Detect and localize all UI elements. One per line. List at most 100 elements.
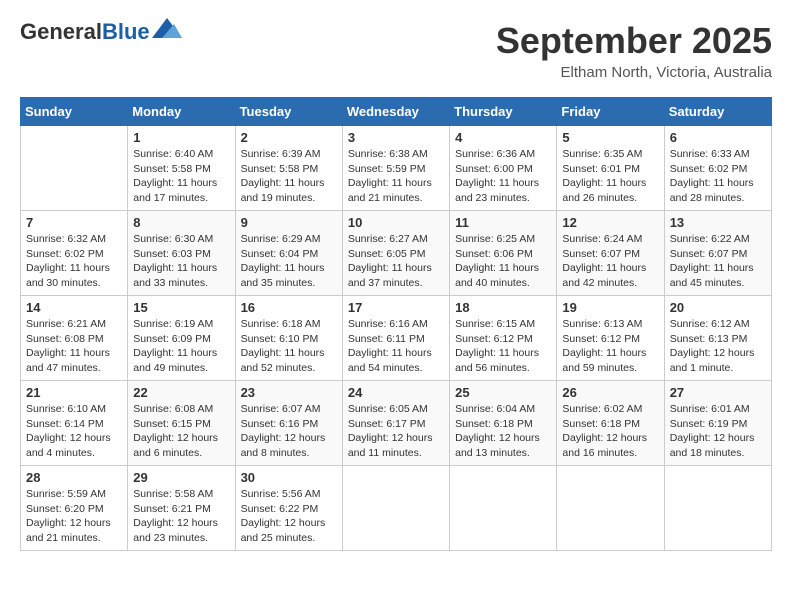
- cell-content: Sunrise: 6:12 AMSunset: 6:13 PMDaylight:…: [670, 317, 766, 376]
- day-number: 19: [562, 300, 658, 315]
- calendar-cell: 24 Sunrise: 6:05 AMSunset: 6:17 PMDayligh…: [342, 381, 449, 466]
- day-number: 6: [670, 130, 766, 145]
- cell-content: Sunrise: 6:04 AMSunset: 6:18 PMDaylight:…: [455, 402, 551, 461]
- calendar-cell: 4Sunrise: 6:36 AMSunset: 6:00 PMDaylight…: [450, 126, 557, 211]
- col-wednesday: Wednesday: [342, 98, 449, 126]
- calendar-cell: 23Sunrise: 6:07 AMSunset: 6:16 PMDayligh…: [235, 381, 342, 466]
- page-header: GeneralBlue September 2025 Eltham North,…: [20, 20, 772, 81]
- cell-content: Sunrise: 6:24 AMSunset: 6:07 PMDaylight:…: [562, 232, 658, 291]
- day-number: 25: [455, 385, 551, 400]
- cell-content: Sunrise: 6:10 AMSunset: 6:14 PMDaylight:…: [26, 402, 122, 461]
- cell-content: Sunrise: 6:16 AMSunset: 6:11 PMDaylight:…: [348, 317, 444, 376]
- calendar-cell: 20 Sunrise: 6:12 AMSunset: 6:13 PMDayligh…: [664, 296, 771, 381]
- calendar-cell: 29Sunrise: 5:58 AMSunset: 6:21 PMDayligh…: [128, 466, 235, 551]
- day-number: 26: [562, 385, 658, 400]
- calendar-cell: 18 Sunrise: 6:15 AMSunset: 6:12 PMDayligh…: [450, 296, 557, 381]
- day-number: 11: [455, 215, 551, 230]
- day-number: 5: [562, 130, 658, 145]
- calendar-cell: 25 Sunrise: 6:04 AMSunset: 6:18 PMDayligh…: [450, 381, 557, 466]
- calendar-week-5: 28Sunrise: 5:59 AMSunset: 6:20 PMDayligh…: [21, 466, 772, 551]
- day-number: 21: [26, 385, 122, 400]
- day-number: 20: [670, 300, 766, 315]
- cell-content: Sunrise: 6:25 AMSunset: 6:06 PMDaylight:…: [455, 232, 551, 291]
- calendar-cell: 11 Sunrise: 6:25 AMSunset: 6:06 PMDayligh…: [450, 211, 557, 296]
- logo-blue: Blue: [102, 19, 150, 44]
- cell-content: Sunrise: 6:08 AMSunset: 6:15 PMDaylight:…: [133, 402, 229, 461]
- calendar-cell: 30 Sunrise: 5:56 AMSunset: 6:22 PMDayligh…: [235, 466, 342, 551]
- cell-content: Sunrise: 6:27 AMSunset: 6:05 PMDaylight:…: [348, 232, 444, 291]
- logo: GeneralBlue: [20, 20, 182, 44]
- cell-content: Sunrise: 5:58 AMSunset: 6:21 PMDaylight:…: [133, 487, 229, 546]
- calendar-cell: [342, 466, 449, 551]
- day-number: 3: [348, 130, 444, 145]
- calendar-cell: 10 Sunrise: 6:27 AMSunset: 6:05 PMDayligh…: [342, 211, 449, 296]
- cell-content: Sunrise: 6:01 AMSunset: 6:19 PMDaylight:…: [670, 402, 766, 461]
- day-number: 16: [241, 300, 337, 315]
- cell-content: Sunrise: 6:18 AMSunset: 6:10 PMDaylight:…: [241, 317, 337, 376]
- calendar-cell: 9 Sunrise: 6:29 AMSunset: 6:04 PMDaylight…: [235, 211, 342, 296]
- day-number: 10: [348, 215, 444, 230]
- calendar-cell: 26 Sunrise: 6:02 AMSunset: 6:18 PMDayligh…: [557, 381, 664, 466]
- calendar-cell: 1 Sunrise: 6:40 AMSunset: 5:58 PMDaylight…: [128, 126, 235, 211]
- location: Eltham North, Victoria, Australia: [496, 64, 772, 81]
- cell-content: Sunrise: 6:35 AMSunset: 6:01 PMDaylight:…: [562, 147, 658, 206]
- cell-content: Sunrise: 6:29 AMSunset: 6:04 PMDaylight:…: [241, 232, 337, 291]
- day-number: 2: [241, 130, 337, 145]
- day-number: 15: [133, 300, 229, 315]
- cell-content: Sunrise: 6:38 AMSunset: 5:59 PMDaylight:…: [348, 147, 444, 206]
- calendar-cell: [557, 466, 664, 551]
- day-number: 23: [241, 385, 337, 400]
- calendar-cell: 8 Sunrise: 6:30 AMSunset: 6:03 PMDaylight…: [128, 211, 235, 296]
- day-number: 22: [133, 385, 229, 400]
- calendar-cell: 17 Sunrise: 6:16 AMSunset: 6:11 PMDayligh…: [342, 296, 449, 381]
- cell-content: Sunrise: 6:33 AMSunset: 6:02 PMDaylight:…: [670, 147, 766, 206]
- cell-content: Sunrise: 6:39 AMSunset: 5:58 PMDaylight:…: [241, 147, 337, 206]
- day-number: 9: [241, 215, 337, 230]
- day-number: 30: [241, 470, 337, 485]
- calendar-cell: 3 Sunrise: 6:38 AMSunset: 5:59 PMDaylight…: [342, 126, 449, 211]
- cell-content: Sunrise: 6:30 AMSunset: 6:03 PMDaylight:…: [133, 232, 229, 291]
- cell-content: Sunrise: 5:56 AMSunset: 6:22 PMDaylight:…: [241, 487, 337, 546]
- day-number: 8: [133, 215, 229, 230]
- logo-text: GeneralBlue: [20, 20, 150, 44]
- calendar-cell: 14Sunrise: 6:21 AMSunset: 6:08 PMDayligh…: [21, 296, 128, 381]
- col-monday: Monday: [128, 98, 235, 126]
- calendar-cell: 28Sunrise: 5:59 AMSunset: 6:20 PMDayligh…: [21, 466, 128, 551]
- day-number: 18: [455, 300, 551, 315]
- calendar-table: Sunday Monday Tuesday Wednesday Thursday…: [20, 97, 772, 551]
- cell-content: Sunrise: 6:05 AMSunset: 6:17 PMDaylight:…: [348, 402, 444, 461]
- logo-general: General: [20, 19, 102, 44]
- title-section: September 2025 Eltham North, Victoria, A…: [496, 20, 772, 81]
- calendar-cell: 5 Sunrise: 6:35 AMSunset: 6:01 PMDaylight…: [557, 126, 664, 211]
- cell-content: Sunrise: 6:22 AMSunset: 6:07 PMDaylight:…: [670, 232, 766, 291]
- col-saturday: Saturday: [664, 98, 771, 126]
- col-thursday: Thursday: [450, 98, 557, 126]
- day-number: 14: [26, 300, 122, 315]
- col-friday: Friday: [557, 98, 664, 126]
- day-number: 17: [348, 300, 444, 315]
- calendar-week-2: 7 Sunrise: 6:32 AMSunset: 6:02 PMDaylight…: [21, 211, 772, 296]
- calendar-cell: 19 Sunrise: 6:13 AMSunset: 6:12 PMDayligh…: [557, 296, 664, 381]
- day-number: 7: [26, 215, 122, 230]
- cell-content: Sunrise: 6:32 AMSunset: 6:02 PMDaylight:…: [26, 232, 122, 291]
- calendar-cell: [21, 126, 128, 211]
- col-sunday: Sunday: [21, 98, 128, 126]
- calendar-cell: 16 Sunrise: 6:18 AMSunset: 6:10 PMDayligh…: [235, 296, 342, 381]
- day-number: 24: [348, 385, 444, 400]
- day-number: 28: [26, 470, 122, 485]
- calendar-cell: 15Sunrise: 6:19 AMSunset: 6:09 PMDayligh…: [128, 296, 235, 381]
- day-number: 12: [562, 215, 658, 230]
- cell-content: Sunrise: 6:13 AMSunset: 6:12 PMDaylight:…: [562, 317, 658, 376]
- cell-content: Sunrise: 6:02 AMSunset: 6:18 PMDaylight:…: [562, 402, 658, 461]
- calendar-cell: 27 Sunrise: 6:01 AMSunset: 6:19 PMDayligh…: [664, 381, 771, 466]
- day-number: 1: [133, 130, 229, 145]
- calendar-cell: 6 Sunrise: 6:33 AMSunset: 6:02 PMDaylight…: [664, 126, 771, 211]
- logo-icon: [152, 18, 182, 38]
- cell-content: Sunrise: 6:15 AMSunset: 6:12 PMDaylight:…: [455, 317, 551, 376]
- month-title: September 2025: [496, 20, 772, 62]
- calendar-cell: 7 Sunrise: 6:32 AMSunset: 6:02 PMDaylight…: [21, 211, 128, 296]
- day-number: 13: [670, 215, 766, 230]
- cell-content: Sunrise: 6:40 AMSunset: 5:58 PMDaylight:…: [133, 147, 229, 206]
- header-row: Sunday Monday Tuesday Wednesday Thursday…: [21, 98, 772, 126]
- day-number: 27: [670, 385, 766, 400]
